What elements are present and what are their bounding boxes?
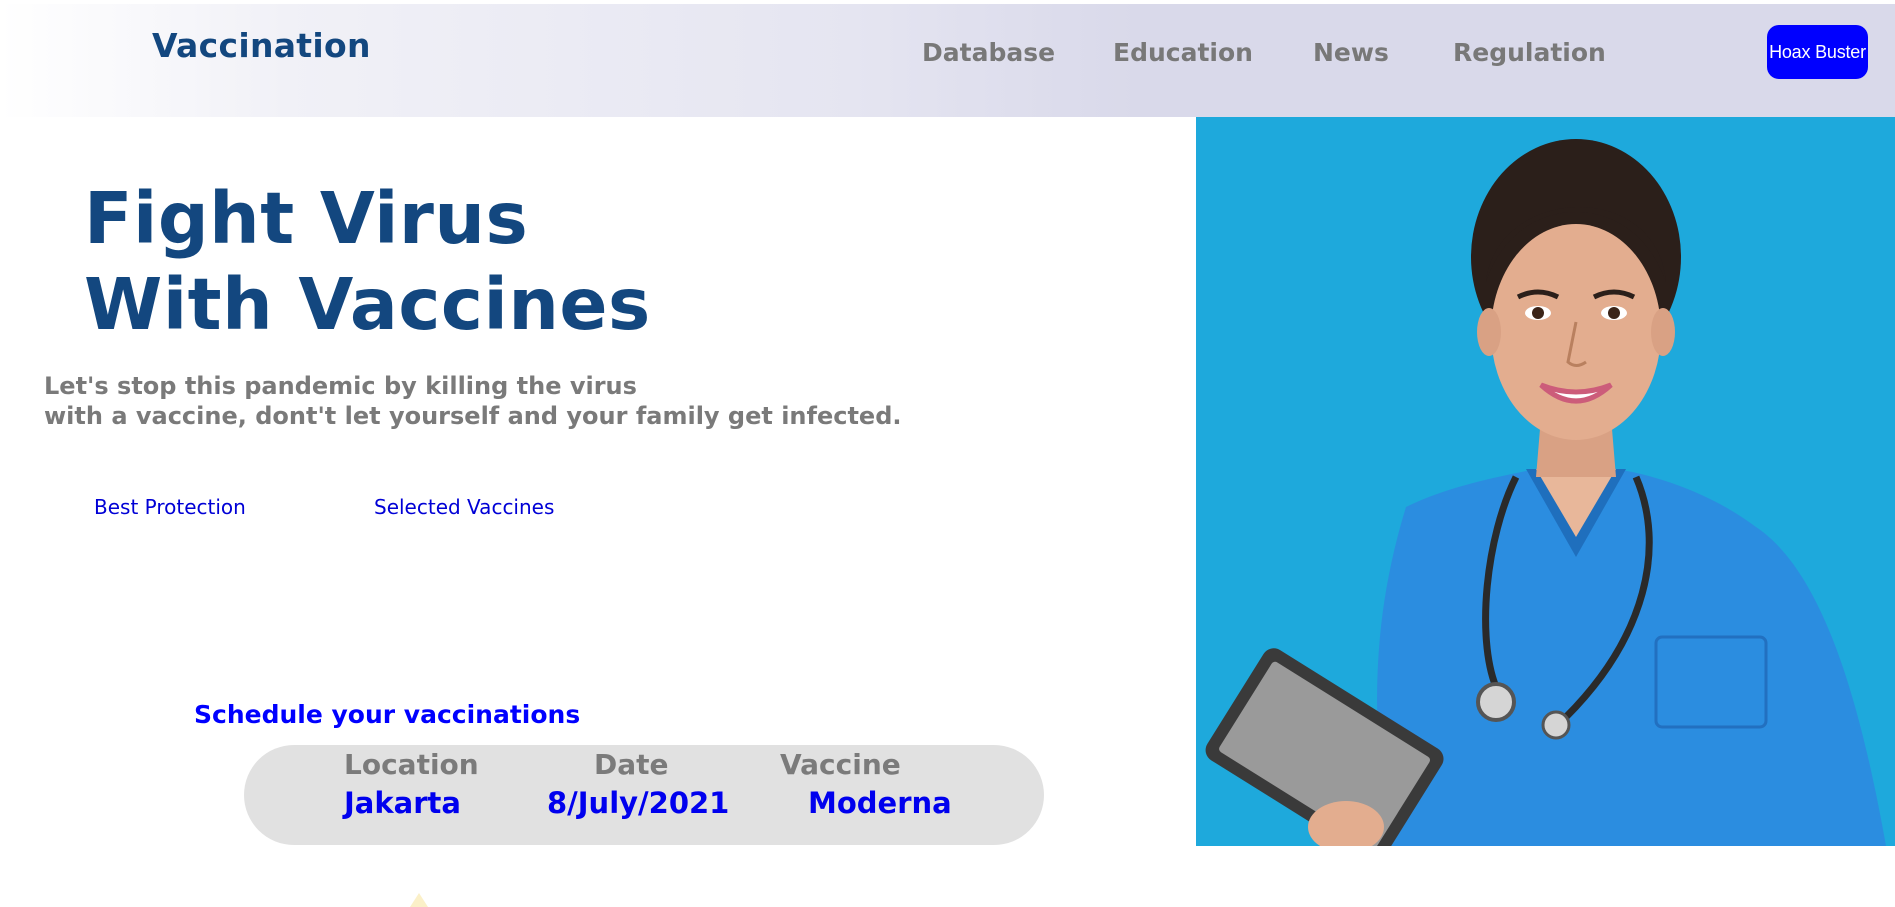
- hero-title: Fight Virus With Vaccines: [84, 176, 651, 348]
- nav-link-regulation[interactable]: Regulation: [1453, 38, 1606, 67]
- hero-title-line-2: With Vaccines: [84, 263, 651, 346]
- nurse-illustration: [1205, 139, 1886, 846]
- schedule-title[interactable]: Schedule your vaccinations: [194, 700, 580, 729]
- brand-logo-text[interactable]: Vaccination: [152, 26, 371, 65]
- hero-subtitle-line-2: with a vaccine, dont't let yourself and …: [44, 402, 902, 430]
- schedule-location-label: Location: [344, 748, 479, 781]
- hero-photo: [1196, 117, 1895, 846]
- decorative-triangle-icon: [410, 893, 428, 907]
- feature-link-selected-vaccines[interactable]: Selected Vaccines: [374, 495, 554, 519]
- hoax-buster-button[interactable]: Hoax Buster: [1767, 25, 1868, 79]
- schedule-vaccine-label: Vaccine: [780, 748, 901, 781]
- schedule-vaccine-value[interactable]: Moderna: [808, 786, 952, 820]
- hero-subtitle: Let's stop this pandemic by killing the …: [44, 371, 902, 431]
- schedule-date-label: Date: [594, 748, 669, 781]
- top-navbar: Vaccination Database Education News Regu…: [0, 4, 1895, 117]
- schedule-location-value[interactable]: Jakarta: [344, 786, 461, 820]
- nav-link-news[interactable]: News: [1313, 38, 1389, 67]
- feature-link-best-protection[interactable]: Best Protection: [94, 495, 246, 519]
- nav-link-education[interactable]: Education: [1113, 38, 1253, 67]
- hero-subtitle-line-1: Let's stop this pandemic by killing the …: [44, 372, 637, 400]
- nav-link-database[interactable]: Database: [922, 38, 1055, 67]
- hero-title-line-1: Fight Virus: [84, 177, 529, 260]
- schedule-date-value[interactable]: 8/July/2021: [547, 786, 729, 820]
